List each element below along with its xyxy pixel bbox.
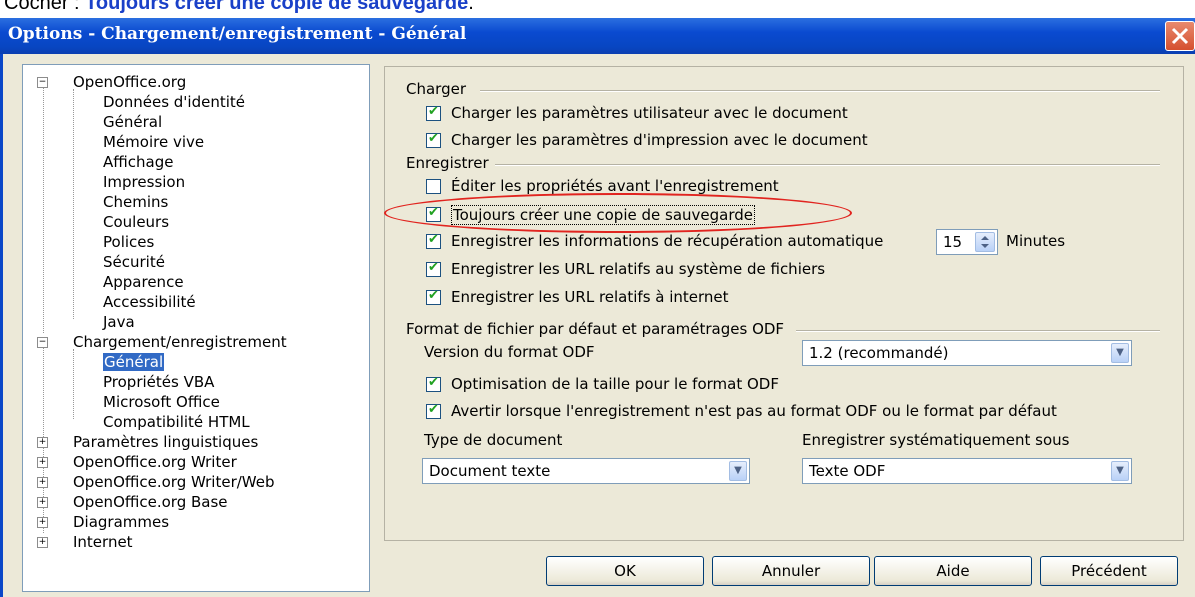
label-relative-url-internet: Enregistrer les URL relatifs à internet (451, 288, 729, 306)
tree-node-collapsed[interactable]: + OpenOffice.org Base (37, 492, 228, 512)
tree-node-openoffice[interactable]: − OpenOffice.org (37, 72, 186, 92)
options-tree[interactable]: − OpenOffice.org Données d'identité Géné… (22, 64, 370, 592)
tree-item[interactable]: Sécurité (75, 252, 165, 272)
collapse-icon[interactable]: − (37, 337, 48, 348)
select-value: 1.2 (recommandé) (809, 344, 949, 362)
tree-item[interactable]: Chemins (75, 192, 168, 212)
minutes-label: Minutes (1006, 232, 1066, 250)
label-warn-non-odf: Avertir lorsque l'enregistrement n'est p… (451, 402, 1057, 420)
tree-node-collapsed[interactable]: + Internet (37, 532, 133, 552)
expand-icon: + (37, 517, 48, 528)
select-value: Texte ODF (809, 462, 886, 480)
tree-item[interactable]: Java (75, 312, 135, 332)
checkbox-load-user-settings[interactable]: ✔ (426, 104, 441, 121)
spin-arrows-icon[interactable] (975, 232, 995, 252)
back-button[interactable]: Précédent (1040, 556, 1178, 586)
chevron-down-icon[interactable]: ▼ (1111, 343, 1129, 363)
tree-item[interactable]: Accessibilité (75, 292, 196, 312)
caption-suffix: . (468, 0, 474, 14)
close-button[interactable] (1165, 21, 1195, 51)
expand-icon: + (37, 537, 48, 548)
ok-button[interactable]: OK (546, 556, 704, 586)
tree-item[interactable]: Propriétés VBA (75, 372, 214, 392)
help-button[interactable]: Aide (874, 556, 1032, 586)
spinner-value: 15 (943, 233, 963, 251)
section-heading-load: Charger (406, 80, 466, 98)
tree-item[interactable]: Mémoire vive (75, 132, 204, 152)
close-icon (1171, 27, 1189, 45)
tree-label: OpenOffice.org (73, 73, 187, 91)
tree-item[interactable]: Couleurs (75, 212, 169, 232)
checkbox-size-optimization[interactable]: ✔ (426, 375, 441, 392)
tree-item-selected[interactable]: Général (75, 352, 165, 372)
odf-version-label: Version du format ODF (424, 343, 595, 361)
caption-highlight: Toujours créer une copie de sauvegarde (85, 0, 469, 14)
tree-item[interactable]: Microsoft Office (75, 392, 220, 412)
label-autorecovery: Enregistrer les informations de récupéra… (451, 232, 884, 250)
save-as-select[interactable]: Texte ODF ▼ (802, 458, 1132, 484)
tree-item[interactable]: Polices (75, 232, 154, 252)
highlight-oval (384, 193, 852, 233)
chevron-down-icon[interactable]: ▼ (1111, 461, 1129, 481)
separator (495, 164, 1160, 166)
caption-prefix: Cocher : (4, 0, 86, 14)
label-load-user-settings: Charger les paramètres utilisateur avec … (451, 104, 848, 122)
tree-item[interactable]: Apparence (75, 272, 184, 292)
label-size-optimization: Optimisation de la taille pour le format… (451, 375, 779, 393)
tree-item[interactable]: Affichage (75, 152, 173, 172)
window-title: Options - Chargement/enregistrement - Gé… (8, 24, 467, 44)
autosave-minutes-spinner[interactable]: 15 (936, 229, 998, 255)
tree-item[interactable]: Compatibilité HTML (75, 412, 250, 432)
tree-node-collapsed[interactable]: + Diagrammes (37, 512, 169, 532)
checkbox-autorecovery[interactable]: ✔ (426, 232, 441, 249)
checkbox-warn-non-odf[interactable]: ✔ (426, 402, 441, 419)
expand-icon: + (37, 457, 48, 468)
label-load-print-settings: Charger les paramètres d'impression avec… (451, 131, 868, 149)
chevron-down-icon[interactable]: ▼ (729, 461, 747, 481)
odf-version-select[interactable]: 1.2 (recommandé) ▼ (802, 340, 1132, 366)
tree-label: Chargement/enregistrement (73, 333, 287, 351)
expand-icon: + (37, 477, 48, 488)
section-heading-format: Format de fichier par défaut et paramétr… (406, 320, 785, 338)
collapse-icon[interactable]: − (37, 77, 48, 88)
cancel-button[interactable]: Annuler (712, 556, 870, 586)
expand-icon: + (37, 437, 48, 448)
separator (480, 90, 1160, 92)
expand-icon: + (37, 497, 48, 508)
tree-node-load-save[interactable]: − Chargement/enregistrement (37, 332, 287, 352)
save-as-label: Enregistrer systématiquement sous (802, 431, 1070, 449)
tree-node-collapsed[interactable]: + OpenOffice.org Writer (37, 452, 237, 472)
instruction-caption: Cocher : Toujours créer une copie de sau… (4, 0, 474, 15)
tree-item[interactable]: Données d'identité (75, 92, 245, 112)
section-heading-save: Enregistrer (406, 154, 489, 172)
separator (796, 330, 1160, 332)
checkbox-load-print-settings[interactable]: ✔ (426, 131, 441, 148)
doc-type-select[interactable]: Document texte ▼ (422, 458, 750, 484)
doc-type-label: Type de document (424, 431, 563, 449)
checkbox-relative-url-fs[interactable]: ✔ (426, 260, 441, 277)
label-relative-url-fs: Enregistrer les URL relatifs au système … (451, 260, 826, 278)
title-bar: Options - Chargement/enregistrement - Gé… (0, 18, 1195, 54)
checkbox-edit-properties[interactable] (426, 179, 441, 194)
tree-node-collapsed[interactable]: + OpenOffice.org Writer/Web (37, 472, 275, 492)
tree-item[interactable]: Général (75, 112, 162, 132)
select-value: Document texte (429, 462, 551, 480)
checkbox-relative-url-internet[interactable]: ✔ (426, 288, 441, 305)
tree-item[interactable]: Impression (75, 172, 185, 192)
tree-node-collapsed[interactable]: + Paramètres linguistiques (37, 432, 258, 452)
